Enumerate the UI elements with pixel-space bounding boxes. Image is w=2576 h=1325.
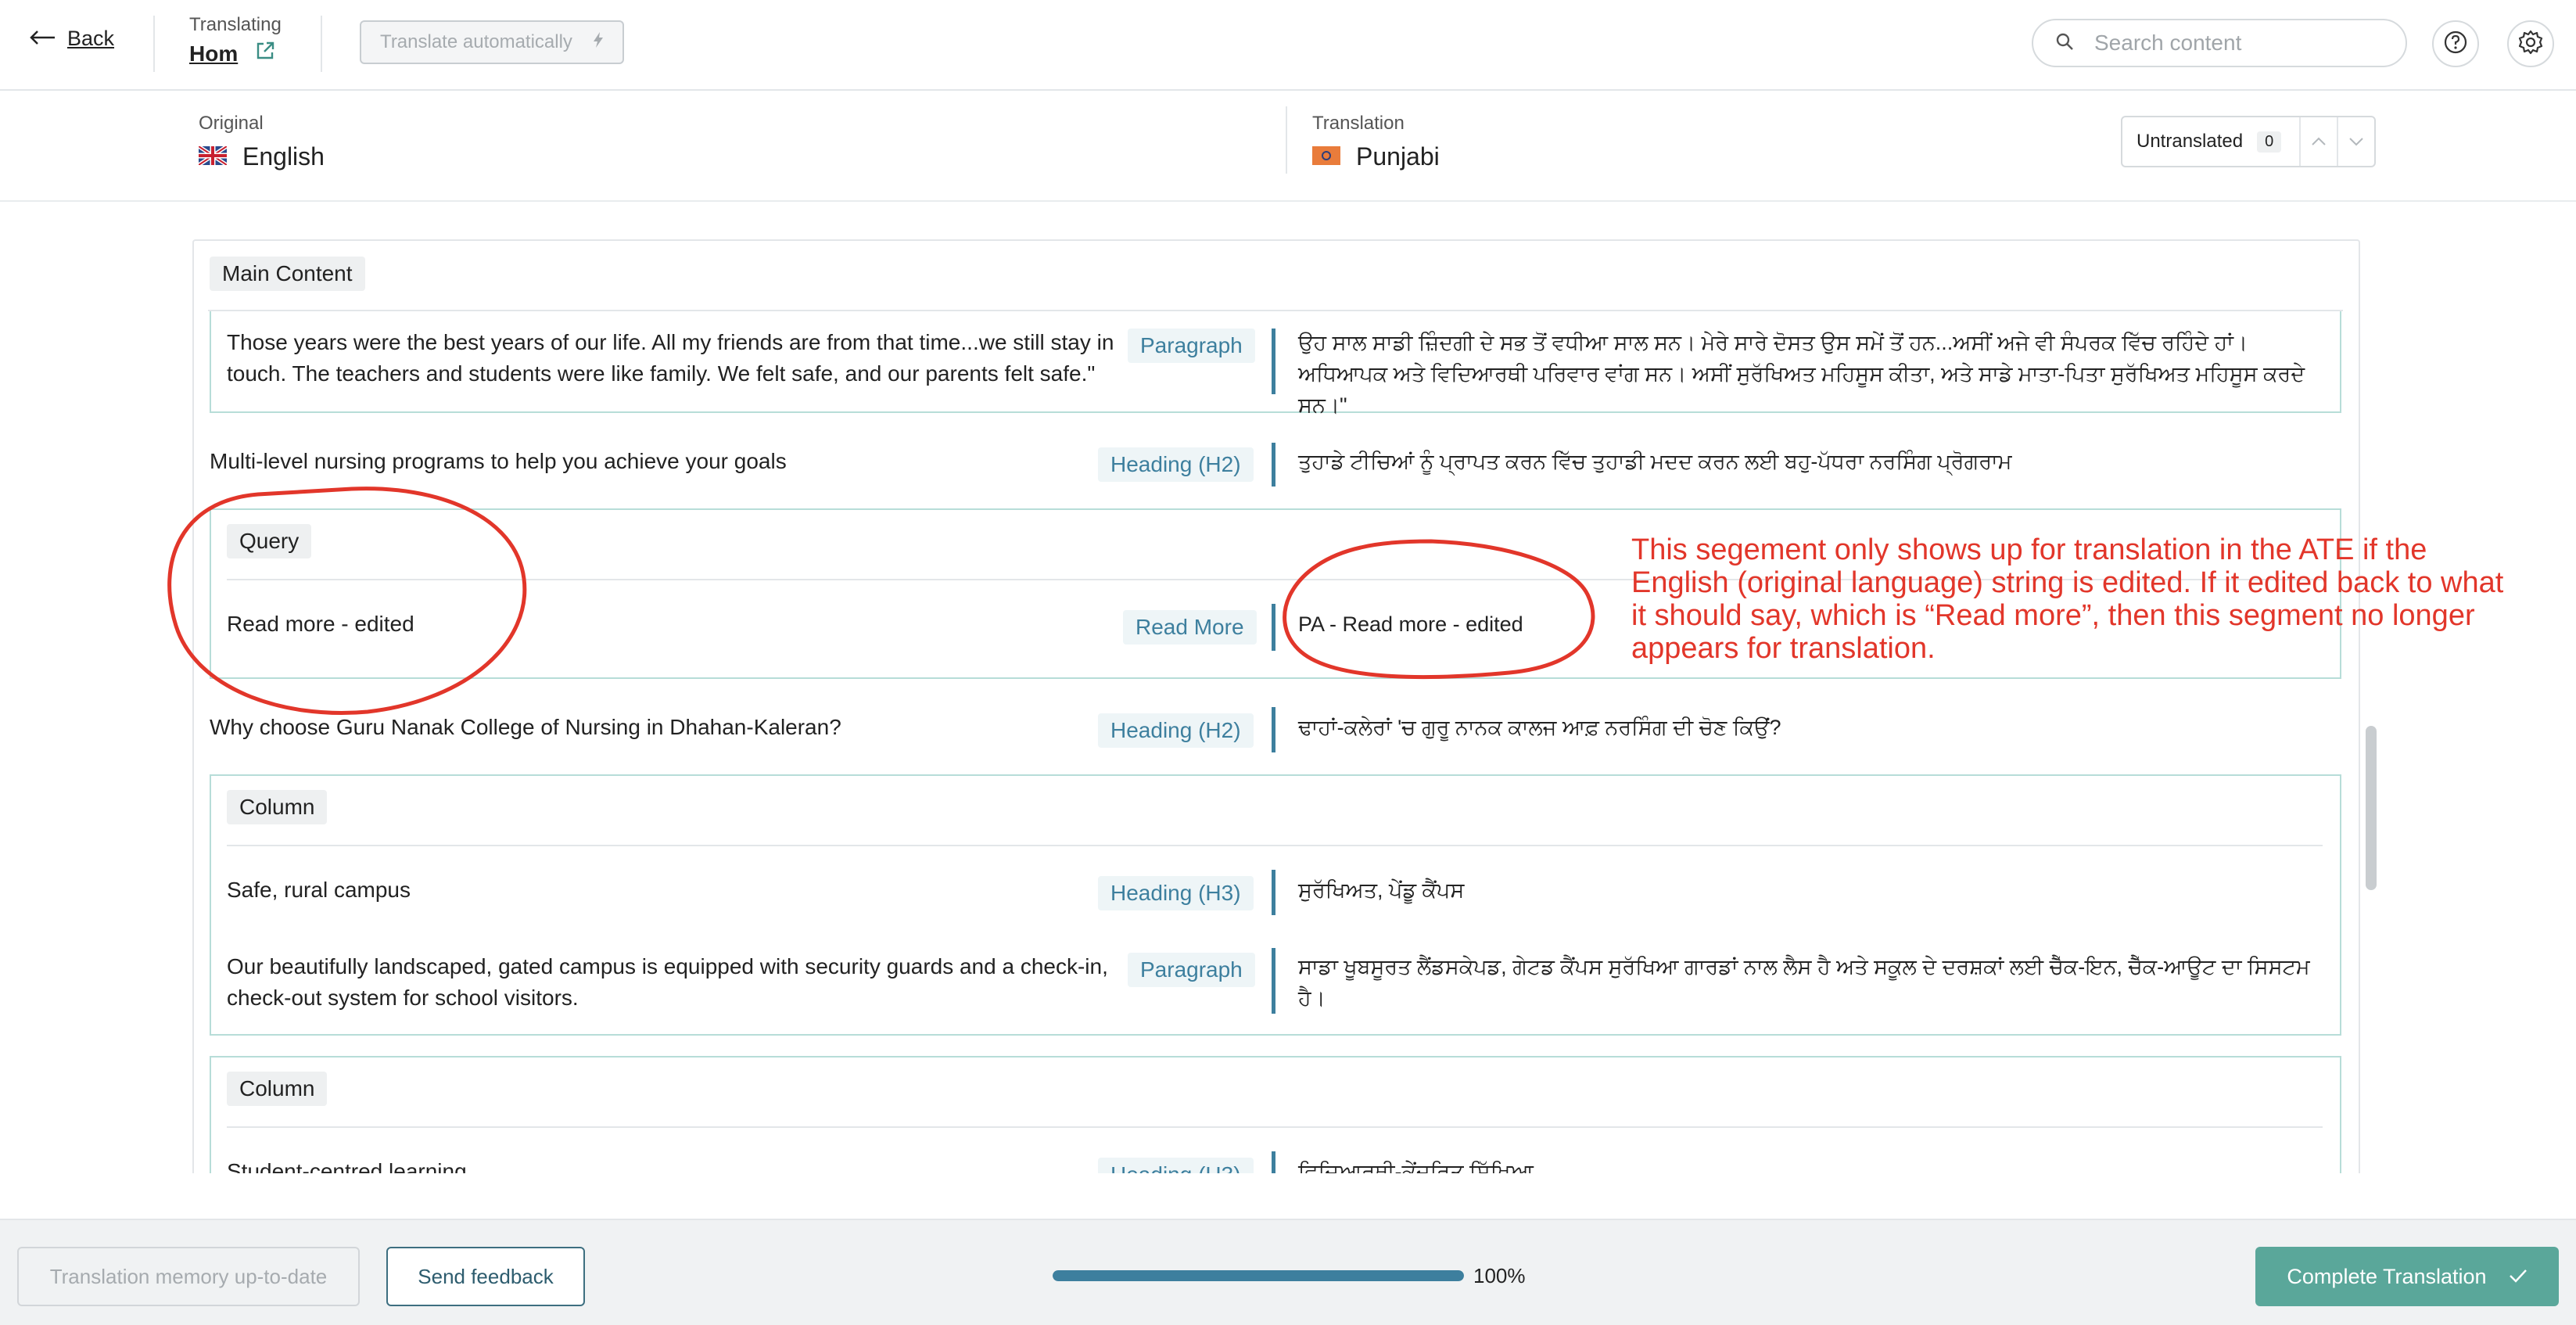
progress-text: 100% — [1473, 1264, 1526, 1287]
send-feedback-button[interactable]: Send feedback — [386, 1247, 585, 1306]
progress-bar — [1053, 1270, 1464, 1281]
annotation-circle-source — [167, 487, 527, 715]
scrollbar[interactable] — [2363, 239, 2379, 1173]
scrollbar-thumb[interactable] — [2366, 726, 2377, 890]
complete-translation-button[interactable]: Complete Translation — [2255, 1247, 2559, 1306]
progress-fill — [1053, 1270, 1464, 1281]
complete-translation-label: Complete Translation — [2287, 1264, 2487, 1288]
translation-memory-button[interactable]: Translation memory up-to-date — [17, 1247, 360, 1306]
annotation-note: This segement only shows up for translat… — [1631, 533, 2504, 665]
annotation-circle-translation — [1283, 539, 1595, 680]
checkmark-icon — [2509, 1265, 2528, 1289]
